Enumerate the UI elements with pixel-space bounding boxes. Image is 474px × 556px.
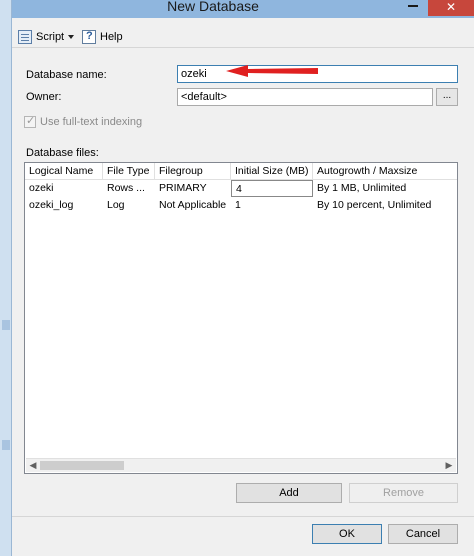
close-icon: ✕	[445, 0, 457, 14]
help-label: Help	[100, 31, 123, 43]
horizontal-scrollbar[interactable]: ◀ ▶	[26, 458, 456, 472]
cell-logical-name[interactable]: ozeki	[25, 180, 103, 197]
database-name-label: Database name:	[26, 69, 107, 81]
ok-button[interactable]: OK	[312, 524, 382, 544]
script-button[interactable]: Script	[18, 28, 75, 46]
scroll-left-icon[interactable]: ◀	[26, 459, 40, 472]
add-file-button[interactable]: Add	[236, 483, 342, 503]
owner-label: Owner:	[26, 91, 62, 103]
cell-initial-size[interactable]: 4	[231, 180, 313, 197]
scroll-right-icon[interactable]: ▶	[442, 459, 456, 472]
cell-initial-size[interactable]: 1	[231, 197, 313, 214]
toolbar: Script Help	[12, 24, 474, 48]
cell-file-type[interactable]: Log	[103, 197, 155, 214]
owner-input[interactable]	[177, 88, 433, 106]
window-title: New Database	[167, 0, 259, 14]
database-files-grid: Logical Name File Type Filegroup Initial…	[24, 162, 458, 474]
column-header-filegroup[interactable]: Filegroup	[155, 163, 231, 180]
red-arrow-annotation	[226, 65, 318, 77]
column-header-autogrowth[interactable]: Autogrowth / Maxsize	[313, 163, 457, 180]
fulltext-indexing-option: Use full-text indexing	[24, 114, 143, 128]
help-button[interactable]: Help	[82, 28, 123, 46]
cancel-button[interactable]: Cancel	[388, 524, 458, 544]
background-mark	[2, 320, 10, 330]
table-row[interactable]: ozeki_log Log Not Applicable 1 By 10 per…	[25, 197, 457, 214]
help-icon	[82, 30, 96, 44]
minimize-button[interactable]	[400, 0, 426, 16]
divider	[12, 516, 474, 517]
database-files-label: Database files:	[26, 147, 99, 159]
cell-logical-name[interactable]: ozeki_log	[25, 197, 103, 214]
cell-file-type[interactable]: Rows ...	[103, 180, 155, 197]
fulltext-indexing-label: Use full-text indexing	[40, 116, 143, 128]
cell-autogrowth[interactable]: By 1 MB, Unlimited	[313, 180, 457, 197]
cell-filegroup[interactable]: Not Applicable	[155, 197, 231, 214]
chevron-down-icon[interactable]	[68, 35, 75, 39]
column-header-initial-size[interactable]: Initial Size (MB)	[231, 163, 313, 180]
column-header-file-type[interactable]: File Type	[103, 163, 155, 180]
grid-header: Logical Name File Type Filegroup Initial…	[25, 163, 457, 180]
script-icon	[18, 30, 32, 44]
close-button[interactable]: ✕	[428, 0, 474, 16]
table-row[interactable]: ozeki Rows ... PRIMARY 4 By 1 MB, Unlimi…	[25, 180, 457, 197]
column-header-logical-name[interactable]: Logical Name	[25, 163, 103, 180]
script-label: Script	[36, 31, 65, 43]
browse-owner-button[interactable]: ...	[436, 88, 458, 106]
background-mark	[2, 440, 10, 450]
background-strip	[0, 0, 12, 556]
title-bar: New Database ✕	[12, 0, 474, 18]
cell-autogrowth[interactable]: By 10 percent, Unlimited	[313, 197, 457, 214]
scrollbar-thumb[interactable]	[40, 461, 124, 470]
remove-file-button[interactable]: Remove	[349, 483, 458, 503]
fulltext-indexing-checkbox[interactable]	[24, 114, 36, 128]
cell-filegroup[interactable]: PRIMARY	[155, 180, 231, 197]
